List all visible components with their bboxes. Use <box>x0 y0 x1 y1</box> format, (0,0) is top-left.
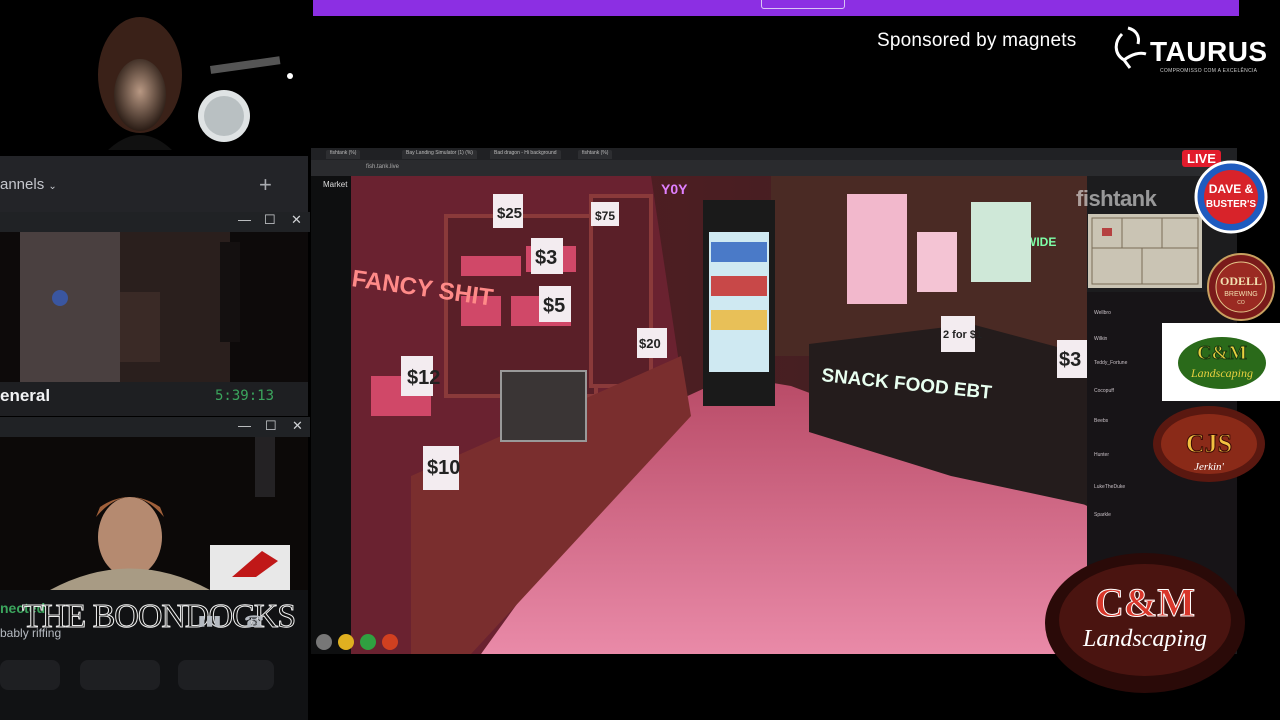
add-channel-icon[interactable]: + <box>259 172 272 198</box>
address-text: fish.tank.live <box>366 164 400 170</box>
price-tag: $25 <box>497 205 522 222</box>
camera-label[interactable]: Market <box>323 180 347 189</box>
taurus-wordmark: TAURUS <box>1150 36 1268 67</box>
voice-channel-name[interactable]: eneral <box>0 386 50 406</box>
webcam-room <box>0 232 308 382</box>
svg-text:Landscaping: Landscaping <box>1082 626 1207 652</box>
store-camera-feed: FANCY SHIT SNACK FOOD EBT SHONE WIDE Y0Y… <box>351 176 1087 654</box>
odell-brewing-logo: ODELL BREWING CO <box>1207 253 1275 321</box>
chat-message: Wellbro <box>1094 310 1111 316</box>
emoji-icon <box>338 634 354 650</box>
cm-landscaping-logo-small: C&M Landscaping <box>1162 323 1280 401</box>
maximize-icon[interactable]: ☐ <box>264 212 276 228</box>
browser-tab[interactable]: Bad dragon - Hi background <box>490 150 561 159</box>
price-tag: $3 <box>535 247 557 269</box>
chat-message: Hunter <box>1094 452 1110 458</box>
price-tag: $10 <box>427 457 460 479</box>
sponsor-text: Sponsored by magnets <box>877 30 1077 51</box>
popout-titlebar-2 <box>0 417 310 437</box>
channels-label[interactable]: annels ⌄ <box>0 176 57 193</box>
browser-tab[interactable]: fishtank (%) <box>326 150 361 159</box>
maximize-icon[interactable]: ☐ <box>265 418 277 434</box>
cm-landscaping-logo-large: C&M Landscaping <box>1045 553 1245 693</box>
camera-icon <box>360 634 376 650</box>
call-timer: 5:39:13 <box>215 388 275 404</box>
fishtank-watermark: fishtank <box>1076 186 1157 211</box>
svg-text:CO: CO <box>1237 300 1245 306</box>
svg-text:DAVE &: DAVE & <box>1209 182 1254 196</box>
camera-button[interactable] <box>0 660 60 690</box>
close-icon[interactable]: ✕ <box>292 418 303 434</box>
chevron-down-icon: ⌄ <box>48 181 57 192</box>
noise-suppression-icon[interactable]: ▮▮▮ <box>198 612 221 629</box>
neon-purple-sign: Y0Y <box>661 181 688 197</box>
price-tag: $3 <box>1059 349 1081 371</box>
svg-text:BREWING: BREWING <box>1224 291 1257 298</box>
chat-message: Teddy_Fortune <box>1094 360 1128 366</box>
stream-control-icons <box>316 634 398 650</box>
svg-text:C&M: C&M <box>1197 342 1247 364</box>
chat-message: LukeTheDuke <box>1094 484 1126 490</box>
dave-busters-logo: DAVE & BUSTER'S <box>1194 160 1268 234</box>
webcam-guest <box>0 437 308 590</box>
minimize-icon[interactable]: — <box>238 418 251 433</box>
chat-message: Wilkin <box>1094 336 1108 342</box>
chat-message: Cocopuff <box>1094 388 1114 394</box>
settings-icon <box>316 634 332 650</box>
price-tag: $5 <box>543 295 565 317</box>
price-tag: $20 <box>639 336 661 351</box>
minimize-icon[interactable]: — <box>238 212 251 227</box>
svg-text:BUSTER'S: BUSTER'S <box>1206 199 1256 210</box>
price-tag: $12 <box>407 367 440 389</box>
alert-icon <box>382 634 398 650</box>
close-icon[interactable]: ✕ <box>291 212 302 228</box>
browser-tab[interactable]: Bay Landing Simulator (1) (%) <box>402 150 477 159</box>
activity-button[interactable] <box>178 660 274 690</box>
address-bar[interactable] <box>311 160 1237 176</box>
price-tag: $75 <box>595 209 615 223</box>
svg-text:C&M: C&M <box>1095 580 1195 625</box>
disconnect-icon[interactable]: ☎ <box>244 612 264 632</box>
browser-tab[interactable]: fishtank (%) <box>578 150 613 159</box>
price-tag: 2 for $1 <box>943 329 982 341</box>
stream-side-rail <box>311 176 351 654</box>
cjs-jerkin-logo: CJS Jerkin' <box>1153 406 1265 482</box>
svg-text:ODELL: ODELL <box>1220 274 1262 288</box>
svg-text:Jerkin': Jerkin' <box>1194 461 1224 473</box>
chat-message: Beebs <box>1094 418 1109 424</box>
taurus-tagline: COMPROMISSO COM A EXCELÊNCIA <box>1160 68 1258 74</box>
screenshare-button[interactable] <box>80 660 160 690</box>
banner-button[interactable] <box>761 0 845 9</box>
chat-message: Sparkle <box>1094 512 1111 518</box>
house-minimap[interactable] <box>1088 214 1202 288</box>
svg-text:Landscaping: Landscaping <box>1190 366 1253 380</box>
webcam-host-top <box>0 0 308 156</box>
svg-text:CJS: CJS <box>1186 429 1232 458</box>
